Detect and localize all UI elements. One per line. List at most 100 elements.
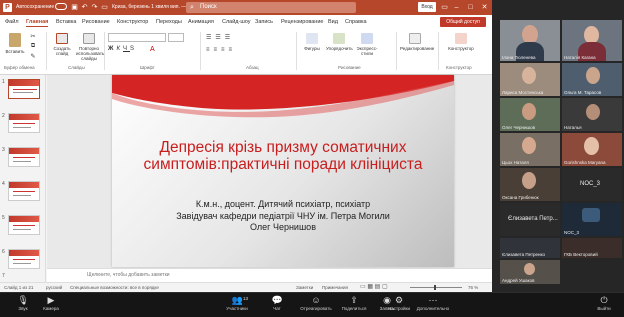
- participant-tile[interactable]: Олег Чернишов: [500, 98, 560, 131]
- chat-button[interactable]: 💬 Чат: [262, 295, 292, 311]
- slide-thumbnail[interactable]: [8, 113, 40, 133]
- zoom-level[interactable]: 76 %: [468, 283, 478, 292]
- divider: [104, 32, 105, 70]
- reuse-slides-button[interactable]: Повторно использовать слайды: [76, 33, 104, 61]
- participant-tile[interactable]: Наталья: [562, 98, 622, 131]
- tab-review[interactable]: Рецензирование: [281, 19, 323, 25]
- search-placeholder: Поиск: [200, 4, 217, 10]
- cut-icon[interactable]: ✂: [28, 33, 38, 40]
- slide-title[interactable]: Депресія крізь призму соматичних симптом…: [122, 139, 444, 173]
- participant-tile[interactable]: NOC_3: [562, 203, 622, 236]
- slide-thumbnail[interactable]: [8, 147, 40, 167]
- thumbnail-number: 7: [2, 273, 5, 279]
- more-button[interactable]: ⋯ Дополнительно: [414, 295, 452, 311]
- tab-slideshow[interactable]: Слайд-шоу: [222, 19, 251, 25]
- new-slide-button[interactable]: Создать слайд: [50, 33, 74, 56]
- designer-button[interactable]: Конструктор: [446, 33, 476, 51]
- camera-button[interactable]: ▶ Камера: [36, 295, 66, 311]
- editing-button[interactable]: Редактирование: [400, 33, 434, 51]
- font-size-select[interactable]: [168, 33, 184, 42]
- zoom-slider-thumb[interactable]: [434, 285, 436, 290]
- font-color-icon[interactable]: A: [150, 46, 158, 54]
- paste-button[interactable]: Вставить: [4, 33, 26, 54]
- thumbnail-number: 5: [2, 215, 5, 221]
- close-icon[interactable]: ✕: [480, 3, 489, 12]
- slide-thumbnail[interactable]: [8, 249, 40, 269]
- copy-icon[interactable]: ⧉: [28, 43, 38, 50]
- font-format-buttons[interactable]: ЖКЧS: [108, 46, 137, 52]
- gear-icon: ⚙: [394, 295, 404, 305]
- undo-icon[interactable]: ↶: [80, 3, 89, 12]
- slide-header-decoration: [112, 75, 454, 118]
- participant-tile[interactable]: Андрей Ушаков: [500, 260, 560, 284]
- save-icon[interactable]: ▣: [70, 3, 79, 12]
- tab-home[interactable]: Главная: [26, 19, 49, 27]
- more-label: Дополнительно: [416, 306, 450, 311]
- tab-design[interactable]: Конструктор: [117, 19, 148, 25]
- tab-record[interactable]: Запись: [255, 19, 273, 25]
- participant-tile[interactable]: NOC_3: [562, 168, 622, 201]
- participant-tile[interactable]: Цьох Наталя: [500, 133, 560, 166]
- tab-draw[interactable]: Рисование: [82, 19, 110, 25]
- participant-name: NOC_3: [564, 230, 580, 235]
- participant-tile[interactable]: Gorishnska Maryana: [562, 133, 622, 166]
- participant-tile[interactable]: Оксана Грибенюк: [500, 168, 560, 201]
- notes-toggle[interactable]: Заметки: [296, 283, 313, 292]
- slide-thumbnail[interactable]: [8, 215, 40, 235]
- participant-tile[interactable]: Єлизавета Петр...: [500, 203, 560, 236]
- comments-toggle[interactable]: Примечания: [322, 283, 348, 292]
- share-button[interactable]: Общий доступ: [440, 17, 486, 27]
- accessibility-status[interactable]: Специальные возможности: все в порядке: [70, 283, 159, 292]
- share-screen-button[interactable]: ⇪ Поделиться: [336, 295, 372, 311]
- align-buttons[interactable]: ≡≡≡≡: [206, 47, 236, 53]
- search-input[interactable]: ⌕ Поиск: [186, 2, 356, 13]
- tab-help[interactable]: Справка: [345, 19, 367, 25]
- slide-thumbnail[interactable]: [8, 79, 40, 99]
- view-buttons[interactable]: ▭ ▦ ▤ ▢: [360, 283, 388, 292]
- tab-animations[interactable]: Анимация: [188, 19, 214, 25]
- quick-styles-button[interactable]: Экспресс-стили: [354, 33, 380, 56]
- participant-tile[interactable]: ГКБ Векторовий: [562, 238, 622, 258]
- minimize-icon[interactable]: –: [452, 3, 461, 12]
- ribbon-options-icon[interactable]: ▭: [440, 3, 449, 12]
- react-button[interactable]: ☺ Отреагировать: [296, 295, 336, 311]
- participants-button[interactable]: 👥 Участники: [220, 295, 254, 311]
- language-indicator[interactable]: русский: [46, 283, 62, 292]
- maximize-icon[interactable]: □: [466, 3, 475, 12]
- slide-thumbnail[interactable]: [8, 181, 40, 201]
- redo-icon[interactable]: ↷: [90, 3, 99, 12]
- start-slideshow-icon[interactable]: ▭: [100, 3, 109, 12]
- settings-button[interactable]: ⚙ Настройки: [382, 295, 416, 311]
- participant-tile[interactable]: Єлизавета Петренко: [500, 238, 560, 258]
- participant-name: Ольга М. Тарасов: [564, 90, 602, 95]
- shapes-button[interactable]: Фигуры: [300, 33, 324, 51]
- arrange-label: Упорядочить: [326, 46, 353, 51]
- audio-button[interactable]: 🎙 Звук: [8, 295, 38, 311]
- format-painter-icon[interactable]: ✎: [28, 53, 38, 60]
- arrange-button[interactable]: Упорядочить: [326, 33, 353, 51]
- participant-tile[interactable]: Лариса Мостинська: [500, 63, 560, 96]
- tab-insert[interactable]: Вставка: [56, 19, 76, 25]
- ribbon-tabs: Файл Главная Вставка Рисование Конструкт…: [0, 15, 492, 29]
- participant-tile[interactable]: Ольга М. Тарасов: [562, 63, 622, 96]
- leave-button[interactable]: ⏻ Выйти: [590, 295, 618, 311]
- notes-pane[interactable]: Щелкните, чтобы добавить заметки: [47, 268, 492, 282]
- subtitle-line: Олег Чернишов: [250, 222, 316, 232]
- participant-name: Єлизавета Петренко: [502, 252, 546, 257]
- divider: [438, 32, 439, 70]
- leave-label: Выйти: [597, 306, 611, 311]
- list-buttons[interactable]: ☰☰☰: [206, 34, 234, 41]
- slide-canvas[interactable]: Депресія крізь призму соматичних симптом…: [112, 75, 454, 267]
- tab-view[interactable]: Вид: [328, 19, 338, 25]
- slide-subtitle[interactable]: К.м.н., доцент. Дитячий психіатр, психіа…: [122, 199, 444, 234]
- tab-transitions[interactable]: Переходы: [156, 19, 182, 25]
- editing-label: Редактирование: [400, 46, 435, 51]
- new-slide-icon: [56, 33, 68, 44]
- tab-file[interactable]: Файл: [5, 19, 19, 25]
- participant-tile[interactable]: Наталія Кагана: [562, 20, 622, 61]
- signin-button[interactable]: Вход: [418, 2, 436, 12]
- font-name-select[interactable]: [108, 33, 166, 42]
- autosave-toggle[interactable]: [55, 3, 67, 10]
- zoom-slider[interactable]: [410, 287, 462, 288]
- participant-tile[interactable]: Ілона Тюленева: [500, 20, 560, 61]
